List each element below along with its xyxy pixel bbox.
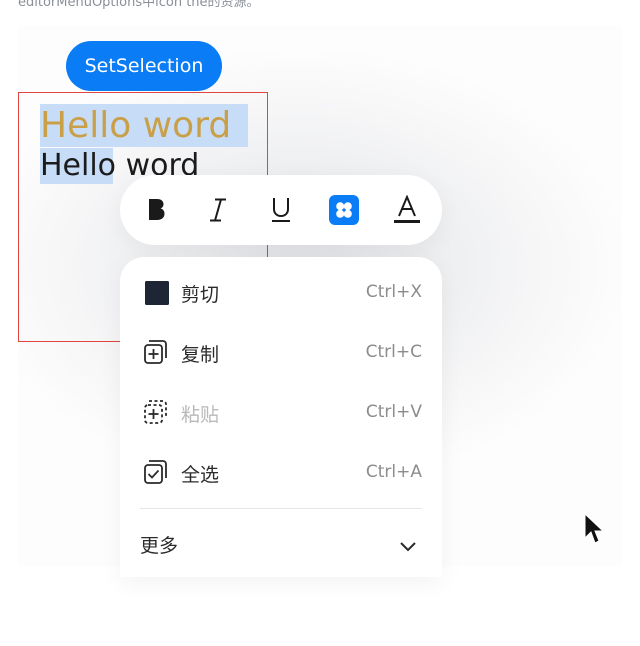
select-all-icon — [144, 460, 167, 484]
menu-item-cut[interactable]: 剪切 Ctrl+X — [120, 262, 442, 322]
menu-item-shortcut: Ctrl+C — [365, 342, 422, 362]
apps-button[interactable] — [328, 194, 360, 226]
italic-icon — [210, 198, 226, 222]
top-caption: editorMenuOptions中icon the的资源。 — [18, 0, 260, 10]
font-color-icon — [394, 195, 420, 223]
menu-item-shortcut: Ctrl+A — [365, 462, 422, 482]
editor-line-1-selection: Hello word — [40, 104, 248, 147]
underline-button[interactable] — [265, 194, 297, 226]
italic-button[interactable] — [202, 194, 234, 226]
menu-item-shortcut: Ctrl+V — [365, 402, 422, 422]
set-selection-button[interactable]: SetSelection — [66, 41, 222, 91]
context-menu: 剪切 Ctrl+X 复制 Ctrl+C 粘贴 Ctrl+V 全选 Ctrl+A … — [120, 257, 442, 577]
underline-icon — [272, 198, 290, 222]
font-color-button[interactable] — [391, 194, 423, 226]
menu-item-label: 粘贴 — [181, 404, 220, 426]
menu-item-select-all[interactable]: 全选 Ctrl+A — [120, 442, 442, 502]
chevron-down-icon[interactable] — [398, 536, 418, 556]
cut-icon — [145, 281, 169, 305]
menu-item-label: 复制 — [181, 344, 220, 366]
page: editorMenuOptions中icon the的资源。 SetSelect… — [0, 0, 640, 646]
bold-button[interactable] — [140, 194, 172, 226]
menu-more-label[interactable]: 更多 — [140, 531, 178, 558]
mouse-pointer-icon — [584, 513, 604, 544]
menu-divider — [140, 508, 422, 509]
bold-icon — [149, 199, 165, 220]
menu-item-paste[interactable]: 粘贴 Ctrl+V — [120, 382, 442, 442]
menu-item-label: 剪切 — [181, 284, 220, 306]
menu-item-shortcut: Ctrl+X — [365, 282, 422, 302]
paste-icon — [144, 400, 167, 424]
apps-icon — [329, 195, 359, 225]
menu-item-label: 全选 — [181, 464, 220, 486]
format-toolbar — [120, 175, 442, 245]
copy-icon — [144, 340, 167, 364]
editor-line-1[interactable]: Hello word — [40, 104, 231, 147]
menu-item-copy[interactable]: 复制 Ctrl+C — [120, 322, 442, 382]
